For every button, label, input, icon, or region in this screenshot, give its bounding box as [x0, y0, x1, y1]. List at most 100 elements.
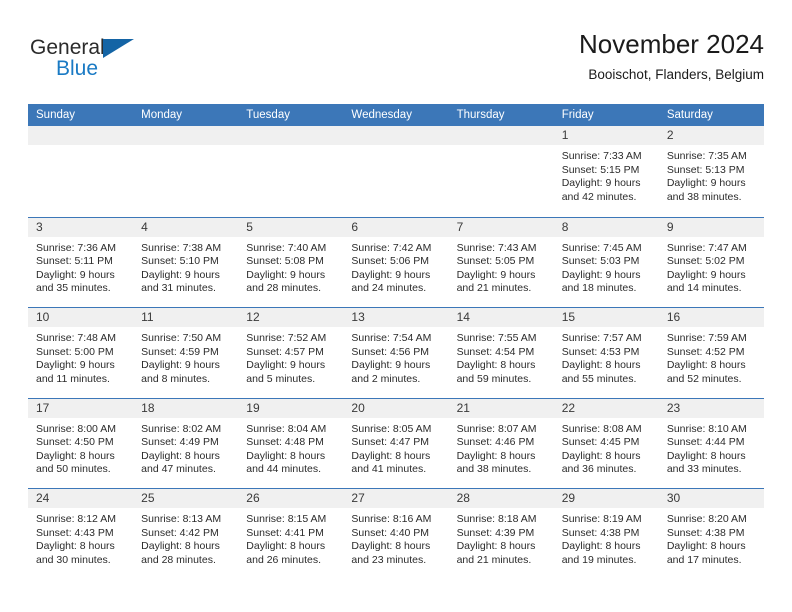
day-info-line: Sunset: 4:54 PM: [456, 345, 535, 358]
day-info-line: and 30 minutes.: [36, 553, 111, 566]
day-cell[interactable]: 25 Sunrise: 8:13 AM Sunset: 4:42 PM Dayligh…: [133, 489, 239, 579]
day-info-line: Sunrise: 7:52 AM: [246, 332, 327, 344]
day-cell-body: Sunrise: 8:02 AM Sunset: 4:49 PM Daylight:…: [133, 418, 238, 477]
day-number: 27: [351, 491, 365, 505]
day-cell-body: Sunrise: 8:07 AM Sunset: 4:46 PM Daylight:…: [449, 418, 554, 477]
day-cell[interactable]: 5 Sunrise: 7:40 AM Sunset: 5:08 PM Daylight…: [238, 217, 344, 307]
day-number-band: 19: [238, 398, 344, 418]
day-info-line: and 18 minutes.: [561, 282, 637, 295]
day-info-line: Sunset: 4:48 PM: [246, 436, 324, 449]
day-cell[interactable]: 18 Sunrise: 8:02 AM Sunset: 4:49 PM Dayligh…: [133, 398, 239, 488]
day-info-line: Sunset: 4:45 PM: [561, 436, 640, 449]
day-number: 16: [666, 310, 681, 324]
day-cell[interactable]: 13 Sunrise: 7:54 AM Sunset: 4:56 PM Dayligh…: [343, 308, 449, 398]
day-info-line: Sunrise: 7:35 AM: [666, 150, 747, 162]
day-info-line: Sunrise: 8:00 AM: [36, 422, 116, 435]
day-cell[interactable]: 30 Sunrise: 8:20 AM Sunset: 4:38 PM Dayligh…: [658, 489, 764, 579]
day-cell[interactable]: 10 Sunrise: 7:48 AM Sunset: 5:00 PM Dayligh…: [28, 308, 134, 398]
weekday-header-thursday: Thursday: [456, 109, 505, 121]
day-info-line: Sunrise: 8:20 AM: [666, 513, 747, 525]
day-number: 15: [561, 310, 576, 324]
day-info-line: Sunset: 4:57 PM: [246, 345, 324, 358]
day-number: 14: [456, 310, 470, 324]
day-info-line: Sunset: 4:53 PM: [561, 345, 640, 358]
day-cell-body: Sunrise: 7:45 AM Sunset: 5:03 PM Daylight:…: [554, 237, 659, 296]
day-info-line: Sunrise: 7:42 AM: [351, 241, 432, 254]
day-info-line: Daylight: 8 hours: [561, 540, 641, 553]
day-cell[interactable]: 16 Sunrise: 7:59 AM Sunset: 4:52 PM Dayligh…: [658, 308, 764, 398]
day-cell-body: Sunrise: 8:13 AM Sunset: 4:42 PM Daylight:…: [133, 508, 238, 567]
day-cell[interactable]: 8 Sunrise: 7:45 AM Sunset: 5:03 PM Daylight…: [553, 217, 659, 307]
day-number-band: [448, 126, 554, 145]
day-cell[interactable]: 7 Sunrise: 7:43 AM Sunset: 5:05 PM Daylight…: [448, 217, 554, 307]
day-cell[interactable]: 28 Sunrise: 8:18 AM Sunset: 4:39 PM Dayligh…: [448, 489, 554, 579]
day-cell[interactable]: 6 Sunrise: 7:42 AM Sunset: 5:06 PM Daylight…: [343, 217, 449, 307]
day-info-line: and 47 minutes.: [141, 463, 216, 476]
day-number-band: 18: [133, 398, 239, 418]
day-cell[interactable]: 15 Sunrise: 7:57 AM Sunset: 4:53 PM Dayligh…: [553, 308, 659, 398]
day-cell-body: [238, 145, 343, 150]
day-info-line: and 35 minutes.: [36, 282, 111, 295]
day-number-band: 17: [28, 398, 134, 418]
day-cell-body: Sunrise: 7:35 AM Sunset: 5:13 PM Daylight:…: [659, 145, 764, 204]
week-row: 10 Sunrise: 7:48 AM Sunset: 5:00 PM Dayligh…: [28, 307, 764, 398]
day-number: 13: [351, 310, 365, 324]
day-info-line: Daylight: 9 hours: [246, 268, 326, 281]
day-cell[interactable]: 29 Sunrise: 8:19 AM Sunset: 4:38 PM Dayligh…: [553, 489, 659, 579]
day-number-band: 29: [553, 489, 659, 508]
day-cell[interactable]: 12 Sunrise: 7:52 AM Sunset: 4:57 PM Dayligh…: [238, 308, 344, 398]
day-cell-body: [28, 145, 133, 150]
day-cell[interactable]: 27 Sunrise: 8:16 AM Sunset: 4:40 PM Dayligh…: [343, 489, 449, 579]
day-number: 7: [456, 219, 464, 234]
day-info-line: Sunrise: 7:36 AM: [36, 241, 116, 254]
day-info-line: Sunset: 5:10 PM: [141, 255, 219, 268]
day-cell[interactable]: 23 Sunrise: 8:10 AM Sunset: 4:44 PM Dayligh…: [658, 398, 764, 488]
day-cell[interactable]: 2 Sunrise: 7:35 AM Sunset: 5:13 PM Daylight…: [658, 126, 764, 217]
day-info-line: Daylight: 9 hours: [561, 268, 641, 281]
day-info-line: Daylight: 8 hours: [456, 359, 536, 372]
day-info-line: Sunrise: 8:05 AM: [351, 422, 432, 435]
day-number: 29: [561, 491, 576, 505]
day-number: 10: [36, 310, 50, 324]
day-cell-body: Sunrise: 7:42 AM Sunset: 5:06 PM Daylight:…: [343, 237, 448, 296]
day-number: 20: [351, 400, 365, 415]
weekday-header-friday: Friday: [561, 109, 594, 121]
day-cell-body: Sunrise: 7:33 AM Sunset: 5:15 PM Daylight:…: [554, 145, 659, 204]
day-cell[interactable]: 11 Sunrise: 7:50 AM Sunset: 4:59 PM Dayligh…: [133, 308, 239, 398]
day-info-line: Daylight: 9 hours: [666, 268, 746, 281]
brand-logo[interactable]: General Blue: [28, 36, 218, 92]
day-cell[interactable]: 17 Sunrise: 8:00 AM Sunset: 4:50 PM Dayligh…: [28, 398, 134, 488]
day-cell[interactable]: 3 Sunrise: 7:36 AM Sunset: 5:11 PM Daylight…: [28, 217, 134, 307]
day-cell[interactable]: 21 Sunrise: 8:07 AM Sunset: 4:46 PM Dayligh…: [448, 398, 554, 488]
day-cell[interactable]: 24 Sunrise: 8:12 AM Sunset: 4:43 PM Dayligh…: [28, 489, 134, 579]
day-info-line: Sunset: 5:11 PM: [36, 255, 113, 268]
day-info-line: Sunset: 4:39 PM: [456, 526, 535, 539]
day-cell-body: Sunrise: 7:55 AM Sunset: 4:54 PM Daylight:…: [449, 327, 554, 386]
day-cell[interactable]: 4 Sunrise: 7:38 AM Sunset: 5:10 PM Daylight…: [133, 217, 239, 307]
day-number-band: 28: [448, 489, 554, 508]
day-info-line: Daylight: 9 hours: [36, 268, 115, 281]
day-info-line: Sunrise: 8:12 AM: [36, 513, 116, 525]
day-info-line: Daylight: 9 hours: [666, 177, 746, 190]
day-cell[interactable]: 19 Sunrise: 8:04 AM Sunset: 4:48 PM Dayligh…: [238, 398, 344, 488]
day-cell[interactable]: 22 Sunrise: 8:08 AM Sunset: 4:45 PM Dayligh…: [553, 398, 659, 488]
day-info-line: Sunset: 5:03 PM: [561, 255, 640, 268]
day-number-band: 11: [133, 308, 239, 327]
day-info-line: Sunset: 5:02 PM: [666, 255, 745, 268]
title-block: November 2024 Booischot, Flanders, Belgi…: [579, 28, 764, 84]
day-cell[interactable]: 14 Sunrise: 7:55 AM Sunset: 4:54 PM Dayligh…: [448, 308, 554, 398]
day-cell[interactable]: 1 Sunrise: 7:33 AM Sunset: 5:15 PM Daylight…: [553, 126, 659, 217]
day-cell[interactable]: 9 Sunrise: 7:47 AM Sunset: 5:02 PM Daylight…: [658, 217, 764, 307]
day-info-line: Daylight: 8 hours: [351, 449, 431, 462]
day-number-band: 20: [343, 398, 449, 418]
day-number: 9: [666, 219, 674, 234]
day-info-line: Daylight: 9 hours: [141, 359, 220, 372]
day-number-band: [343, 126, 449, 145]
day-info-line: and 28 minutes.: [246, 282, 321, 295]
day-info-line: Sunset: 4:47 PM: [351, 436, 430, 449]
day-cell[interactable]: 26 Sunrise: 8:15 AM Sunset: 4:41 PM Dayligh…: [238, 489, 344, 579]
day-cell[interactable]: 20 Sunrise: 8:05 AM Sunset: 4:47 PM Dayligh…: [343, 398, 449, 488]
day-info-line: Daylight: 9 hours: [351, 359, 431, 372]
day-cell-body: Sunrise: 7:50 AM Sunset: 4:59 PM Daylight:…: [133, 327, 238, 386]
day-number-band: 7: [448, 217, 554, 237]
